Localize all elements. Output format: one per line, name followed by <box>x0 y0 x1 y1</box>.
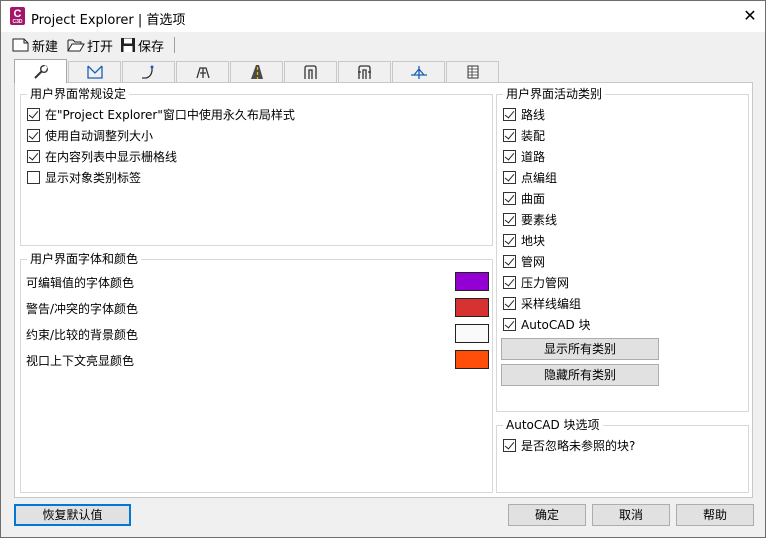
autocad-block-options-title: AutoCAD 块选项 <box>503 417 603 433</box>
new-button[interactable]: 新建 <box>12 35 58 55</box>
active-categories-title: 用户界面活动类别 <box>503 86 606 102</box>
checkbox[interactable] <box>503 233 516 247</box>
new-label: 新建 <box>32 39 59 55</box>
road-icon <box>250 65 263 79</box>
category-autocad-blocks[interactable]: AutoCAD 块 <box>503 315 591 333</box>
option-show-category-labels[interactable]: 显示对象类别标签 <box>27 168 141 186</box>
close-button[interactable]: ✕ <box>735 1 765 31</box>
category-corridors[interactable]: 道路 <box>503 147 545 165</box>
tab-surfaces[interactable] <box>68 61 121 82</box>
survey-icon <box>195 67 210 79</box>
tab-survey[interactable] <box>176 61 229 82</box>
checkbox[interactable] <box>503 191 516 205</box>
checkbox[interactable] <box>27 107 40 121</box>
tab-page-general: 用户界面常规设定 在"Project Explorer"窗口中使用永久布局样式 … <box>14 82 753 498</box>
general-settings-group: 用户界面常规设定 在"Project Explorer"窗口中使用永久布局样式 … <box>20 86 493 246</box>
category-feature-lines[interactable]: 要素线 <box>503 210 557 228</box>
open-folder-icon <box>67 39 85 52</box>
option-persistent-layout[interactable]: 在"Project Explorer"窗口中使用永久布局样式 <box>27 105 295 123</box>
category-assemblies[interactable]: 装配 <box>503 126 545 144</box>
category-point-groups[interactable]: 点编组 <box>503 168 557 186</box>
open-button[interactable]: 打开 <box>67 35 113 55</box>
window-title: Project Explorer | 首选项 <box>31 13 186 28</box>
table-icon <box>467 65 478 79</box>
toolbar-separator <box>174 37 175 53</box>
checkbox[interactable] <box>503 170 516 184</box>
checkbox[interactable] <box>503 107 516 121</box>
surface-icon <box>86 65 103 79</box>
editable-font-color-row: 可编辑值的字体颜色 <box>26 272 489 292</box>
preferences-window: C C3D Project Explorer | 首选项 ✕ 新建 打开 保存 … <box>0 0 766 538</box>
help-button[interactable]: 帮助 <box>676 504 754 526</box>
open-label: 打开 <box>87 39 114 55</box>
profile-icon <box>410 66 427 79</box>
save-label: 保存 <box>138 39 165 55</box>
checkbox[interactable] <box>27 170 40 184</box>
tab-pipe-networks[interactable] <box>284 61 337 82</box>
option-ignore-unreferenced-blocks[interactable]: 是否忽略未参照的块? <box>503 436 635 454</box>
checkbox[interactable] <box>503 212 516 226</box>
option-auto-resize-columns[interactable]: 使用自动调整列大小 <box>27 126 153 144</box>
tab-alignments[interactable] <box>122 61 175 82</box>
checkbox[interactable] <box>503 275 516 289</box>
restore-defaults-button[interactable]: 恢复默认值 <box>14 504 131 526</box>
autocad-block-options-group: AutoCAD 块选项 是否忽略未参照的块? <box>496 417 749 493</box>
category-pressure-networks[interactable]: 压力管网 <box>503 273 569 291</box>
alignment-icon <box>141 65 153 79</box>
show-all-categories-button[interactable]: 显示所有类别 <box>501 338 659 360</box>
option-show-gridlines[interactable]: 在内容列表中显示栅格线 <box>27 147 177 165</box>
save-button[interactable]: 保存 <box>120 35 164 55</box>
constraint-background-color-row: 约束/比较的背景颜色 <box>26 324 489 344</box>
civil3d-app-icon: C C3D <box>10 7 25 25</box>
checkbox[interactable] <box>503 438 516 452</box>
category-parcels[interactable]: 地块 <box>503 231 545 249</box>
tab-general[interactable] <box>14 59 67 83</box>
hide-all-categories-button[interactable]: 隐藏所有类别 <box>501 364 659 386</box>
category-pipe-networks[interactable]: 管网 <box>503 252 545 270</box>
category-alignments[interactable]: 路线 <box>503 105 545 123</box>
editable-font-color-swatch[interactable] <box>455 272 489 291</box>
checkbox[interactable] <box>503 128 516 142</box>
tab-pressure-networks[interactable] <box>338 61 391 82</box>
title-bar: C C3D Project Explorer | 首选项 ✕ <box>1 1 765 32</box>
new-document-icon <box>12 38 29 52</box>
checkbox[interactable] <box>503 296 516 310</box>
checkbox[interactable] <box>27 128 40 142</box>
checkbox[interactable] <box>503 317 516 331</box>
checkbox[interactable] <box>503 254 516 268</box>
pressure-network-icon <box>357 65 371 79</box>
checkbox[interactable] <box>27 149 40 163</box>
toolbar: 新建 打开 保存 <box>1 32 765 58</box>
ok-button[interactable]: 确定 <box>508 504 586 526</box>
active-categories-group: 用户界面活动类别 路线 装配 道路 点编组 曲面 要素线 地块 管网 压力管网 … <box>496 86 749 412</box>
checkbox[interactable] <box>503 149 516 163</box>
general-settings-title: 用户界面常规设定 <box>27 86 130 102</box>
fonts-colors-title: 用户界面字体和颜色 <box>27 251 142 267</box>
tab-profiles[interactable] <box>392 61 445 82</box>
viewport-highlight-color-row: 视口上下文亮显颜色 <box>26 350 489 370</box>
constraint-background-color-swatch[interactable] <box>455 324 489 343</box>
warning-font-color-row: 警告/冲突的字体颜色 <box>26 298 489 318</box>
viewport-highlight-color-swatch[interactable] <box>455 350 489 369</box>
tab-tables[interactable] <box>446 61 499 82</box>
close-icon: ✕ <box>743 6 757 25</box>
pipe-network-icon <box>303 65 317 79</box>
wrench-icon <box>33 64 48 79</box>
warning-font-color-swatch[interactable] <box>455 298 489 317</box>
tab-corridors[interactable] <box>230 61 283 82</box>
category-surfaces[interactable]: 曲面 <box>503 189 545 207</box>
fonts-colors-group: 用户界面字体和颜色 可编辑值的字体颜色 警告/冲突的字体颜色 约束/比较的背景颜… <box>20 251 493 493</box>
cancel-button[interactable]: 取消 <box>592 504 670 526</box>
category-sample-line-groups[interactable]: 采样线编组 <box>503 294 581 312</box>
save-disk-icon <box>121 38 135 52</box>
